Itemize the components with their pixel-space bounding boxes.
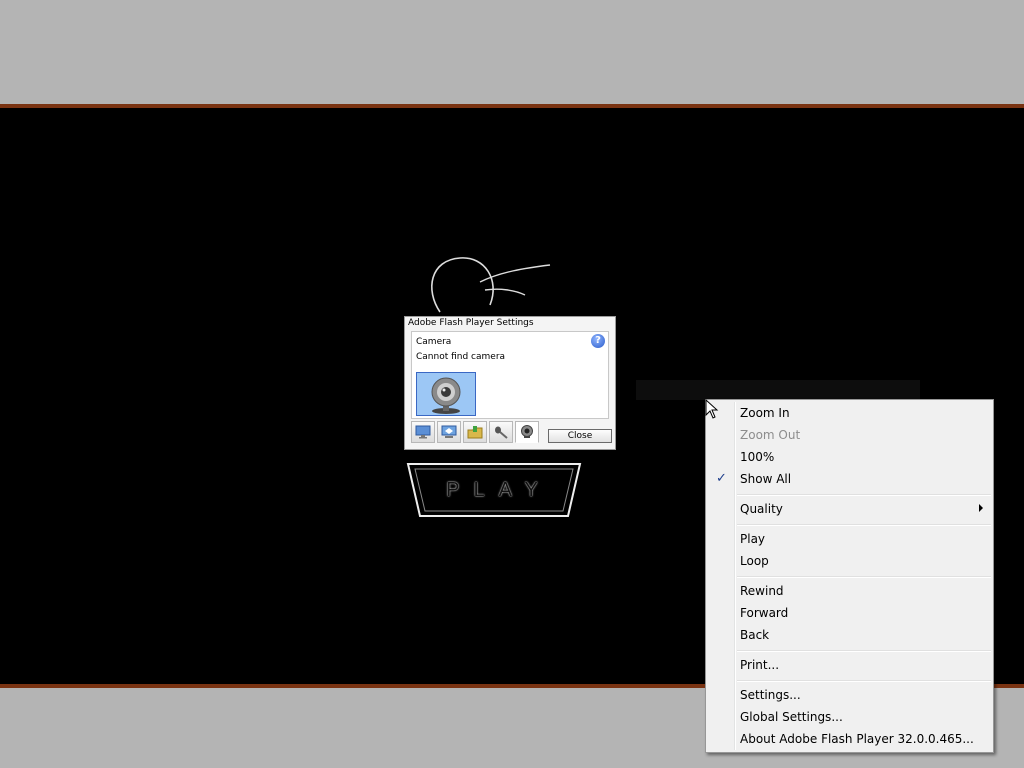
panel-heading: Camera xyxy=(416,337,452,347)
menu-item-label: Back xyxy=(740,628,770,642)
close-button[interactable]: Close xyxy=(548,429,612,443)
menu-item-label: Print... xyxy=(740,658,780,672)
menu-separator xyxy=(737,576,991,578)
submenu-arrow-icon xyxy=(979,504,983,512)
menu-item-label: Play xyxy=(740,532,766,546)
menu-separator xyxy=(737,494,991,496)
help-icon[interactable]: ? xyxy=(591,334,605,348)
tab-microphone-folder[interactable] xyxy=(463,421,487,443)
webcam-icon xyxy=(431,377,461,414)
menu-item-back[interactable]: Back xyxy=(708,624,991,646)
tab-microphone[interactable] xyxy=(489,421,513,443)
menu-item-label: Global Settings... xyxy=(740,710,843,724)
menu-item-show-all[interactable]: ✓ Show All xyxy=(708,468,991,490)
play-button[interactable]: PLAY xyxy=(406,462,582,522)
menu-separator xyxy=(737,650,991,652)
menu-item-label: Loop xyxy=(740,554,769,568)
checkmark-icon: ✓ xyxy=(716,471,727,486)
tab-local-storage[interactable] xyxy=(437,421,461,443)
menu-item-label: 100% xyxy=(740,450,775,464)
menu-item-label: Show All xyxy=(740,472,792,486)
menu-item-label: Forward xyxy=(740,606,789,620)
webcam-tab-icon xyxy=(521,425,533,438)
menu-item-global-settings[interactable]: Global Settings... xyxy=(708,706,991,728)
menu-item-label: Rewind xyxy=(740,584,784,598)
hidden-bar xyxy=(636,380,920,400)
mouse-pointer-icon xyxy=(705,399,719,419)
microphone-icon xyxy=(495,426,508,439)
menu-separator xyxy=(737,680,991,682)
menu-item-forward[interactable]: Forward xyxy=(708,602,991,624)
menu-item-about[interactable]: About Adobe Flash Player 32.0.0.465... xyxy=(708,728,991,750)
menu-item-label: Settings... xyxy=(740,688,801,702)
context-menu: Zoom In Zoom Out 100% ✓ Show All Quality… xyxy=(705,399,994,753)
menu-item-label: Zoom Out xyxy=(740,428,801,442)
settings-panel: ? Camera Cannot find camera xyxy=(411,331,609,419)
storage-icon xyxy=(441,425,457,438)
tab-camera[interactable] xyxy=(515,421,539,443)
menu-separator xyxy=(737,524,991,526)
tab-privacy[interactable] xyxy=(411,421,435,443)
menu-item-zoom-in[interactable]: Zoom In xyxy=(708,402,991,424)
top-letterbox xyxy=(0,0,1024,104)
camera-thumbnail[interactable] xyxy=(416,372,476,416)
flash-settings-dialog: Adobe Flash Player Settings ? Camera Can… xyxy=(404,316,616,450)
menu-item-quality[interactable]: Quality xyxy=(708,498,991,520)
menu-item-play[interactable]: Play xyxy=(708,528,991,550)
dialog-title: Adobe Flash Player Settings xyxy=(408,318,534,328)
menu-item-rewind[interactable]: Rewind xyxy=(708,580,991,602)
menu-item-100-percent[interactable]: 100% xyxy=(708,446,991,468)
menu-item-zoom-out: Zoom Out xyxy=(708,424,991,446)
menu-item-label: Quality xyxy=(740,502,783,516)
menu-item-print[interactable]: Print... xyxy=(708,654,991,676)
menu-item-settings[interactable]: Settings... xyxy=(708,684,991,706)
menu-item-loop[interactable]: Loop xyxy=(708,550,991,572)
display-icon xyxy=(415,425,431,439)
play-button-label: PLAY xyxy=(446,479,552,501)
menu-item-label: Zoom In xyxy=(740,406,790,420)
folder-icon xyxy=(467,426,483,439)
camera-status-message: Cannot find camera xyxy=(416,352,506,362)
menu-item-label: About Adobe Flash Player 32.0.0.465... xyxy=(740,732,974,746)
